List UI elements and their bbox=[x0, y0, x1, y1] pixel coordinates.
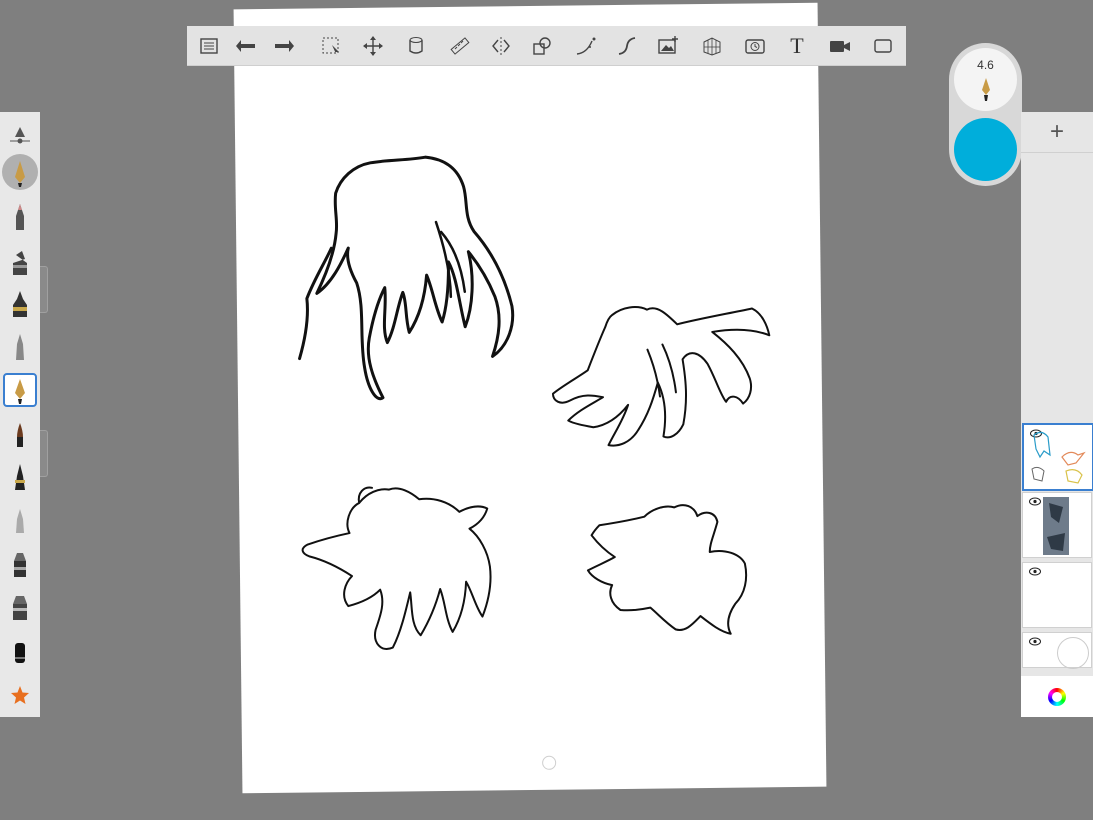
layer-2-thumbnail[interactable] bbox=[1022, 492, 1092, 558]
paintbrush-brush[interactable] bbox=[0, 414, 40, 454]
sketch-creature-3 bbox=[301, 487, 492, 650]
flat-marker-brush[interactable] bbox=[0, 587, 40, 627]
brush-settings-icon[interactable] bbox=[0, 114, 40, 154]
ruler-icon[interactable] bbox=[446, 32, 474, 60]
brush-palette bbox=[0, 112, 40, 717]
text-icon[interactable]: T bbox=[783, 32, 811, 60]
brush-pen-brush[interactable] bbox=[0, 457, 40, 497]
fill-icon[interactable] bbox=[402, 32, 430, 60]
canvas-drawing bbox=[298, 155, 771, 650]
eye-icon[interactable] bbox=[1029, 637, 1041, 646]
sketch-creature-2 bbox=[551, 306, 771, 447]
palette-drawer-tab[interactable] bbox=[40, 266, 48, 313]
add-layer-button[interactable]: + bbox=[1021, 112, 1093, 153]
ink-pen-brush[interactable] bbox=[0, 284, 40, 324]
color-wheel-icon[interactable] bbox=[1021, 676, 1093, 717]
sketch-creature-1 bbox=[315, 155, 515, 401]
marker-brush[interactable] bbox=[0, 242, 40, 282]
background-layer-thumbnail[interactable] bbox=[1022, 632, 1092, 669]
timelapse-icon[interactable] bbox=[741, 32, 769, 60]
record-icon[interactable] bbox=[826, 32, 854, 60]
undo-icon[interactable] bbox=[232, 32, 260, 60]
layer-1-preview bbox=[1031, 431, 1086, 484]
airbrush-brush[interactable] bbox=[0, 327, 40, 367]
list-icon[interactable] bbox=[195, 32, 223, 60]
selection-icon[interactable] bbox=[317, 32, 345, 60]
layer-3-thumbnail[interactable] bbox=[1022, 562, 1092, 628]
layers-panel: + bbox=[1021, 112, 1093, 717]
soft-pencil-brush[interactable] bbox=[0, 500, 40, 540]
fullscreen-icon[interactable] bbox=[869, 32, 897, 60]
palette-drawer-tab-2[interactable] bbox=[40, 430, 48, 477]
image-icon[interactable] bbox=[654, 32, 682, 60]
brush-size-value: 4.6 bbox=[977, 58, 994, 72]
fountain-pen-selected-brush[interactable] bbox=[0, 370, 40, 410]
brush-puck[interactable]: 4.6 bbox=[949, 43, 1022, 186]
favorites-star-icon[interactable] bbox=[0, 675, 40, 715]
fountain-pen-brush[interactable] bbox=[0, 152, 40, 192]
layer-2-preview bbox=[1043, 497, 1069, 555]
pencil-brush[interactable] bbox=[0, 197, 40, 237]
drawing-canvas[interactable] bbox=[233, 2, 827, 794]
eye-icon[interactable] bbox=[1029, 567, 1041, 576]
stroke-guide-icon[interactable] bbox=[572, 32, 600, 60]
chisel-brush[interactable] bbox=[0, 544, 40, 584]
brush-size-control[interactable]: 4.6 bbox=[954, 48, 1017, 111]
background-color-circle[interactable] bbox=[1057, 637, 1089, 669]
eraser-brush[interactable] bbox=[0, 632, 40, 672]
curve-icon[interactable] bbox=[613, 32, 641, 60]
color-swatch[interactable] bbox=[954, 118, 1017, 181]
sketch-creature-4 bbox=[586, 504, 748, 635]
redo-icon[interactable] bbox=[270, 32, 298, 60]
top-toolbar: T bbox=[187, 26, 906, 66]
layer-1-thumbnail[interactable] bbox=[1022, 423, 1093, 491]
perspective-icon[interactable] bbox=[698, 32, 726, 60]
transform-icon[interactable] bbox=[359, 32, 387, 60]
canvas-indicator bbox=[542, 755, 557, 770]
shape-icon[interactable] bbox=[528, 32, 556, 60]
symmetry-icon[interactable] bbox=[487, 32, 515, 60]
text-tool-label: T bbox=[790, 33, 804, 58]
fountain-pen-icon bbox=[982, 78, 990, 101]
